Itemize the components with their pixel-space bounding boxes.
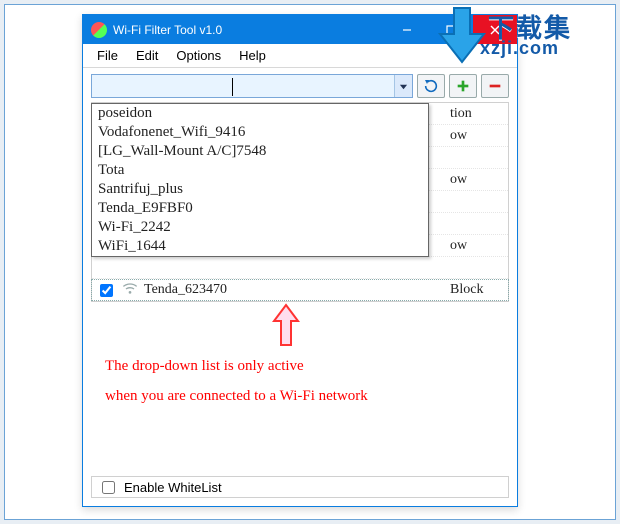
window-title: Wi-Fi Filter Tool v1.0 bbox=[113, 23, 385, 37]
menu-edit[interactable]: Edit bbox=[128, 46, 166, 65]
app-icon bbox=[91, 22, 107, 38]
menu-file[interactable]: File bbox=[89, 46, 126, 65]
app-window: Wi-Fi Filter Tool v1.0 File Edit Options… bbox=[82, 14, 518, 507]
remove-button[interactable] bbox=[481, 74, 509, 98]
ssid-dropdown-list[interactable]: poseidon Vodafonenet_Wifi_9416 [LG_Wall-… bbox=[91, 103, 429, 257]
annotation-line1: The drop-down list is only active bbox=[105, 351, 495, 381]
minimize-button[interactable] bbox=[385, 15, 429, 44]
action-cell: ow bbox=[450, 238, 504, 254]
dropdown-option[interactable]: Santrifuj_plus bbox=[92, 180, 428, 199]
action-cell: ow bbox=[450, 172, 504, 188]
add-button[interactable] bbox=[449, 74, 477, 98]
row-checkbox[interactable] bbox=[100, 284, 113, 297]
dropdown-option[interactable]: Vodafonenet_Wifi_9416 bbox=[92, 123, 428, 142]
dropdown-option[interactable]: poseidon bbox=[92, 104, 428, 123]
table-row-visible[interactable]: Tenda_623470 Block bbox=[91, 279, 509, 301]
dropdown-option[interactable]: Wi-Fi_2242 bbox=[92, 218, 428, 237]
action-cell: tion bbox=[450, 106, 504, 122]
annotation-text: The drop-down list is only active when y… bbox=[105, 351, 495, 411]
menubar: File Edit Options Help bbox=[83, 44, 517, 68]
action-cell: ow bbox=[450, 128, 504, 144]
dropdown-option[interactable]: Tota bbox=[92, 161, 428, 180]
dropdown-option[interactable]: [LG_Wall-Mount A/C]7548 bbox=[92, 142, 428, 161]
dropdown-option[interactable]: WiFi_1644 bbox=[92, 237, 428, 256]
close-button[interactable] bbox=[473, 15, 517, 44]
toolbar bbox=[83, 68, 517, 102]
enable-whitelist-checkbox[interactable] bbox=[102, 481, 115, 494]
ssid-input[interactable] bbox=[92, 75, 394, 97]
footer: Enable WhiteList bbox=[91, 476, 509, 498]
dropdown-toggle-button[interactable] bbox=[394, 75, 412, 97]
ssid-cell: Tenda_623470 bbox=[144, 282, 444, 298]
text-caret bbox=[232, 78, 233, 96]
refresh-button[interactable] bbox=[417, 74, 445, 98]
menu-help[interactable]: Help bbox=[231, 46, 274, 65]
ssid-combobox[interactable] bbox=[91, 74, 413, 98]
dropdown-option[interactable]: Tenda_E9FBF0 bbox=[92, 199, 428, 218]
maximize-button[interactable] bbox=[429, 15, 473, 44]
menu-options[interactable]: Options bbox=[168, 46, 229, 65]
annotation-arrow-icon bbox=[271, 303, 301, 350]
titlebar: Wi-Fi Filter Tool v1.0 bbox=[83, 15, 517, 44]
action-cell: Block bbox=[450, 282, 504, 298]
enable-whitelist-label: Enable WhiteList bbox=[124, 480, 222, 495]
wifi-icon bbox=[122, 282, 138, 299]
annotation-line2: when you are connected to a Wi-Fi networ… bbox=[105, 381, 495, 411]
table-row[interactable] bbox=[92, 257, 508, 279]
